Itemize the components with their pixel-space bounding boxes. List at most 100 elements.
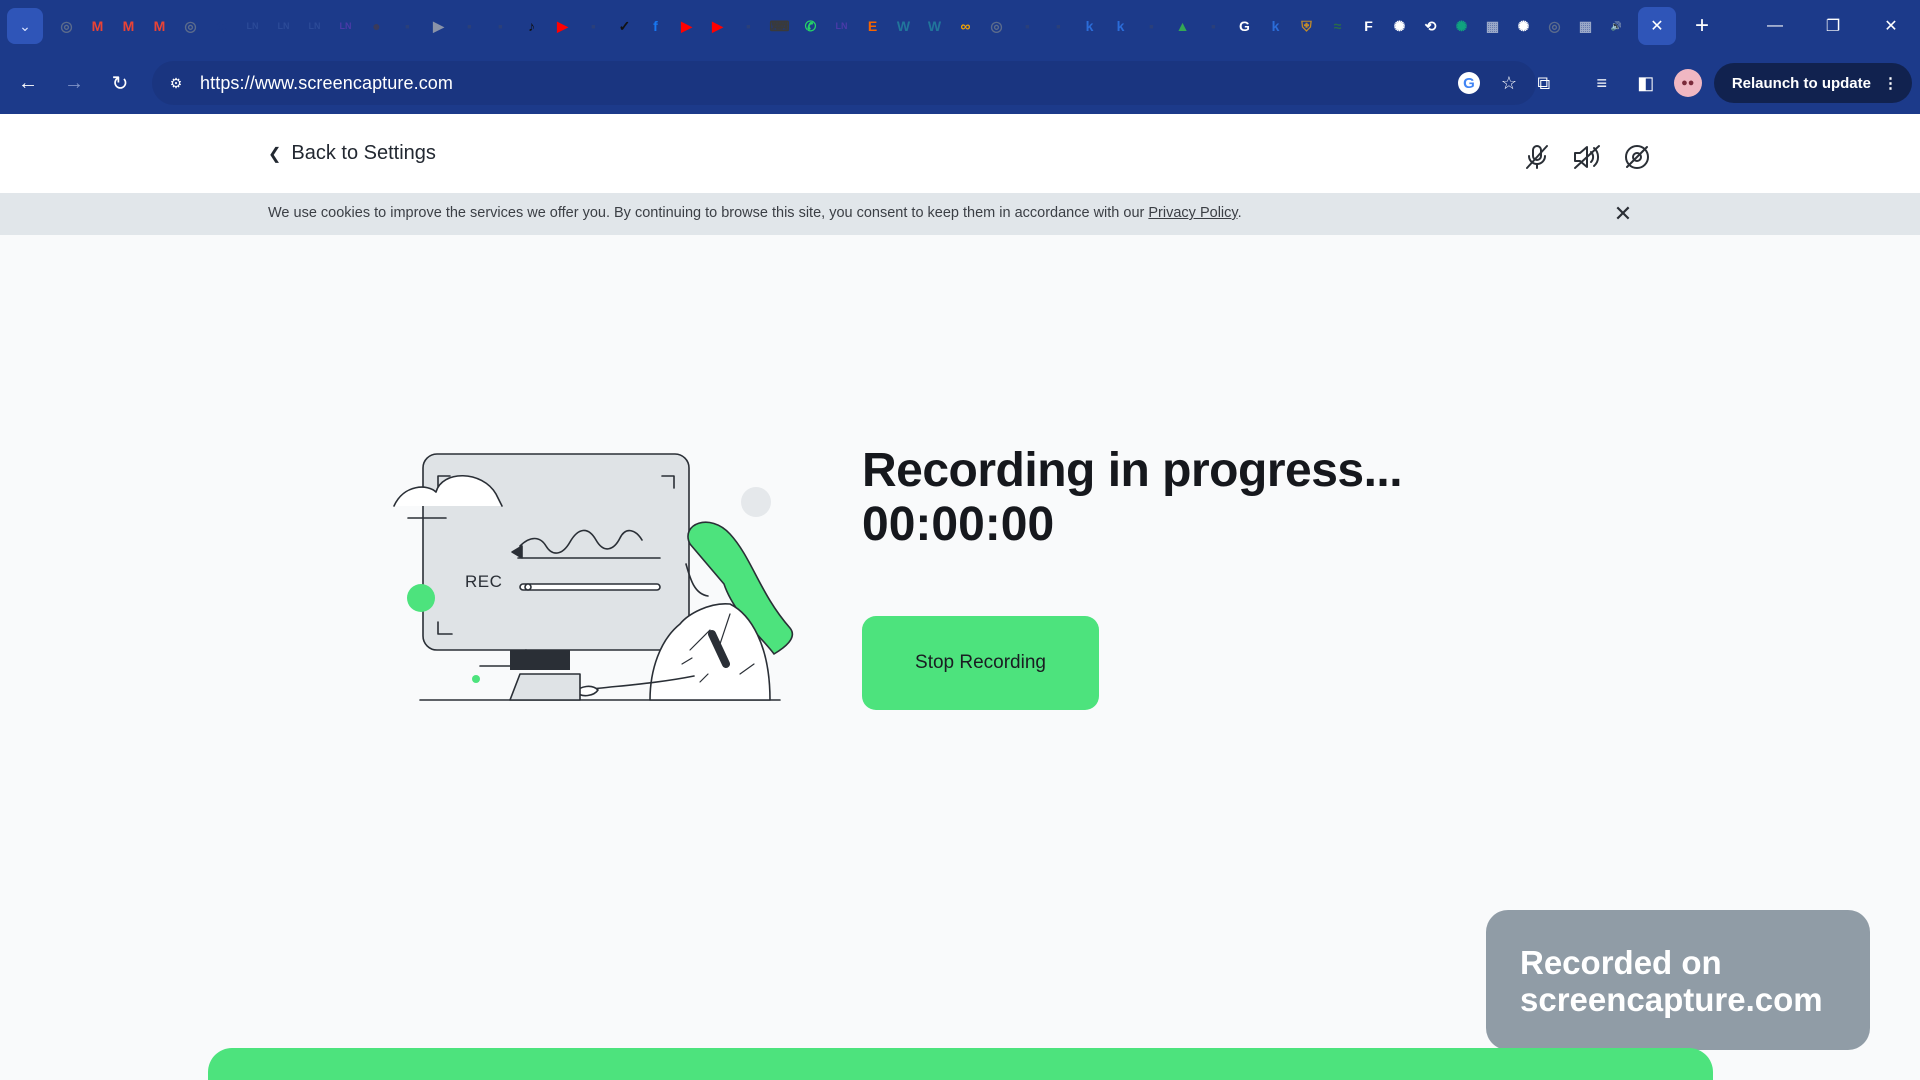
pinned-tab[interactable]: F <box>1353 10 1384 42</box>
pinned-tab[interactable]: ∞ <box>950 10 981 42</box>
close-icon: ✕ <box>1613 201 1633 226</box>
pinned-tab[interactable]: ✆ <box>795 10 826 42</box>
url-text[interactable]: https://www.screencapture.com <box>200 73 453 94</box>
plus-icon: + <box>1694 12 1709 39</box>
media-controls-icon[interactable]: ≡ <box>1580 63 1624 103</box>
speaker-icon: 🔊 <box>1610 20 1623 31</box>
k-icon: k <box>1085 18 1094 34</box>
pinned-tab[interactable]: W <box>888 10 919 42</box>
cookie-message: We use cookies to improve the services w… <box>268 205 1145 221</box>
pinned-tab[interactable]: ▪ <box>1198 10 1229 42</box>
youtube-icon: ▶ <box>712 17 723 34</box>
forward-button[interactable]: → <box>54 63 94 103</box>
pinned-tab[interactable]: LN <box>268 10 299 42</box>
pinned-tab[interactable]: ▪ <box>454 10 485 42</box>
active-tab-close-button[interactable]: ✕ <box>1638 7 1676 45</box>
microphone-off-icon <box>1522 142 1552 172</box>
tab-search-button[interactable]: ⌄ <box>7 8 43 44</box>
pinned-tab[interactable]: ▪ <box>1136 10 1167 42</box>
pinned-tab[interactable]: LN <box>330 10 361 42</box>
pinned-tab[interactable]: E <box>857 10 888 42</box>
pinned-tab[interactable]: k <box>1105 10 1136 42</box>
arrow-right-icon: → <box>64 71 84 94</box>
back-to-settings-link[interactable]: ❮ Back to Settings <box>268 142 436 165</box>
cookie-close-button[interactable]: ✕ <box>1610 201 1636 227</box>
pinned-tab[interactable]: ▪ <box>733 10 764 42</box>
extensions-icon[interactable]: ⧉ <box>1522 63 1566 103</box>
profile-avatar[interactable]: ●● <box>1673 69 1702 97</box>
pinned-tab[interactable]: ▶ <box>671 10 702 42</box>
reload-button[interactable]: ↻ <box>100 63 140 103</box>
linkedin-icon: LN <box>835 21 848 31</box>
pinned-tab[interactable]: ▦ <box>1570 10 1601 42</box>
side-panel-icon[interactable]: ◧ <box>1624 63 1668 103</box>
close-window-button[interactable]: ✕ <box>1862 0 1920 52</box>
app-icon: ▪ <box>467 18 472 34</box>
pinned-tab[interactable]: M <box>144 10 175 42</box>
pinned-tab[interactable]: ⌨ <box>764 10 795 42</box>
chevron-down-icon: ⌄ <box>19 17 31 34</box>
close-icon: ✕ <box>1884 18 1898 35</box>
pinned-tab[interactable]: LN <box>826 10 857 42</box>
pinned-tab[interactable]: ≈ <box>1322 10 1353 42</box>
pinned-tab[interactable]: ⛨ <box>1291 10 1322 42</box>
pinned-tab[interactable]: ✓ <box>609 10 640 42</box>
pinned-tab[interactable]: ⟲ <box>1415 10 1446 42</box>
threads-icon: @ <box>214 18 229 34</box>
pinned-tab[interactable]: ▪ <box>392 10 423 42</box>
new-tab-button[interactable]: + <box>1684 8 1720 44</box>
pinned-tab[interactable]: LN <box>237 10 268 42</box>
speaker-off-icon <box>1572 142 1602 172</box>
pinned-tab[interactable]: ▦ <box>1477 10 1508 42</box>
app-icon: ▪ <box>498 18 503 34</box>
pinned-tab[interactable]: ▲ <box>1167 10 1198 42</box>
pinned-tab[interactable]: ◎ <box>1539 10 1570 42</box>
app-icon: ▪ <box>591 18 596 34</box>
pinned-tab[interactable]: ▶ <box>423 10 454 42</box>
pinned-tab[interactable]: M <box>113 10 144 42</box>
pinned-tab[interactable]: f <box>640 10 671 42</box>
minimize-button[interactable]: — <box>1746 0 1804 52</box>
relaunch-button[interactable]: Relaunch to update ⋮ <box>1713 63 1912 103</box>
pinned-tab[interactable]: ✺ <box>1384 10 1415 42</box>
pinned-tab[interactable]: G <box>1229 10 1260 42</box>
pinned-tab[interactable]: M <box>82 10 113 42</box>
privacy-policy-link[interactable]: Privacy Policy <box>1148 205 1237 221</box>
page-header: ❮ Back to Settings <box>0 114 1920 193</box>
google-icon: G <box>1239 18 1250 34</box>
pinned-tab[interactable]: k <box>1260 10 1291 42</box>
pinned-tab[interactable]: LN <box>299 10 330 42</box>
pinned-tab[interactable]: ✺ <box>1446 10 1477 42</box>
pinned-tab[interactable]: ◎ <box>51 10 82 42</box>
back-button[interactable]: ← <box>8 63 48 103</box>
pinned-tab[interactable]: ✺ <box>1508 10 1539 42</box>
pinned-tab[interactable]: ▪ <box>578 10 609 42</box>
pinned-tab[interactable]: 🔊 <box>1601 10 1632 42</box>
cookie-period: . <box>1237 205 1242 221</box>
watermark-line-2: screencapture.com <box>1520 981 1823 1018</box>
pinned-tab[interactable]: @ <box>206 10 237 42</box>
restore-button[interactable]: ❐ <box>1804 0 1862 52</box>
pinned-tab[interactable]: ▪ <box>1043 10 1074 42</box>
google-lens-icon[interactable]: G <box>1458 72 1480 94</box>
pinned-tab[interactable]: k <box>1074 10 1105 42</box>
address-bar[interactable]: ⚙ https://www.screencapture.com G ☆ <box>152 61 1536 105</box>
site-info-button[interactable]: ⚙ <box>158 65 194 101</box>
pinned-tab[interactable]: ▪ <box>1012 10 1043 42</box>
shield-icon: ⛨ <box>1301 17 1312 34</box>
globe-icon: ◎ <box>60 17 73 34</box>
stop-recording-button[interactable]: Stop Recording <box>862 616 1099 710</box>
recording-illustration: REC <box>390 444 810 744</box>
toolbar-right: ⧉ ≡ ◧ ●● Relaunch to update ⋮ <box>1522 52 1912 114</box>
k-icon: k <box>1271 18 1280 34</box>
pinned-tab[interactable]: ♪ <box>516 10 547 42</box>
pinned-tab[interactable]: ▶ <box>547 10 578 42</box>
pinned-tab[interactable]: ◎ <box>981 10 1012 42</box>
pinned-tab[interactable]: ◎ <box>175 10 206 42</box>
pinned-tab[interactable]: W <box>919 10 950 42</box>
bookmark-star-icon[interactable]: ☆ <box>1496 70 1522 96</box>
pinned-tab[interactable]: ▪ <box>485 10 516 42</box>
pinned-tab[interactable]: ▶ <box>702 10 733 42</box>
pinned-tab[interactable]: ● <box>361 10 392 42</box>
back-label: Back to Settings <box>291 142 436 164</box>
